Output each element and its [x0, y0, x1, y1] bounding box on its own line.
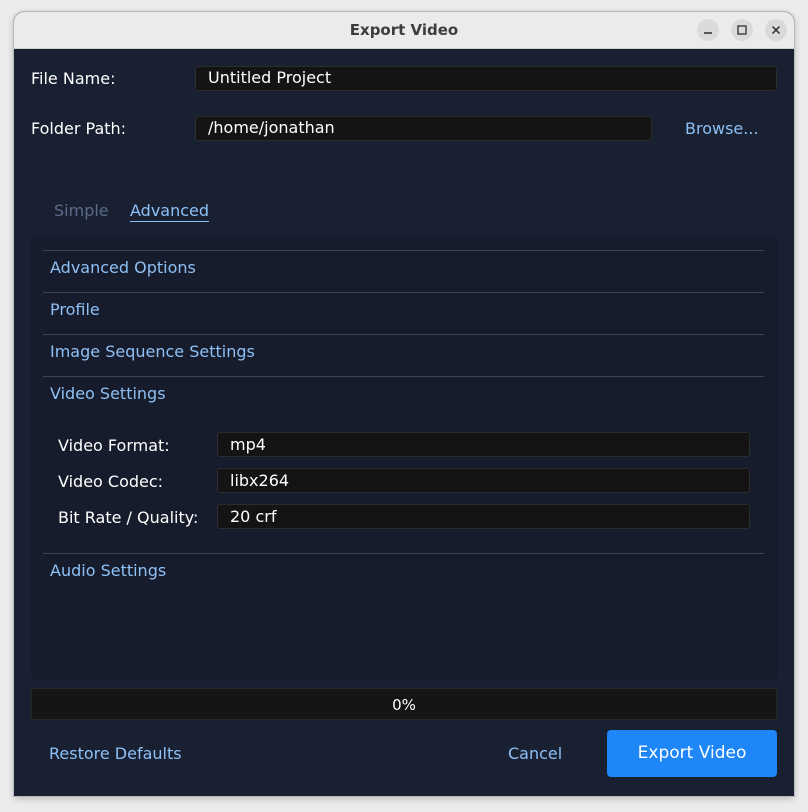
- progress-text: 0%: [392, 696, 416, 714]
- title-bar[interactable]: Export Video: [14, 12, 794, 49]
- divider: [43, 292, 764, 293]
- window-title: Export Video: [349, 21, 459, 39]
- maximize-button[interactable]: [731, 19, 753, 41]
- maximize-icon: [737, 25, 747, 35]
- section-audio-settings[interactable]: Audio Settings: [50, 561, 166, 580]
- video-format-label: Video Format:: [58, 436, 170, 455]
- close-button[interactable]: [765, 19, 787, 41]
- minimize-button[interactable]: [697, 19, 719, 41]
- section-advanced-options[interactable]: Advanced Options: [50, 258, 196, 277]
- cancel-button[interactable]: Cancel: [508, 744, 562, 763]
- bit-rate-label: Bit Rate / Quality:: [58, 508, 199, 527]
- section-video-settings[interactable]: Video Settings: [50, 384, 166, 403]
- bit-rate-input[interactable]: 20 crf: [217, 504, 750, 529]
- file-name-input[interactable]: Untitled Project: [195, 66, 777, 91]
- tab-advanced[interactable]: Advanced: [130, 201, 210, 222]
- export-progress-bar: 0%: [31, 688, 777, 720]
- folder-path-input[interactable]: /home/jonathan: [195, 116, 652, 141]
- advanced-panel: Advanced Options Profile Image Sequence …: [31, 237, 778, 679]
- restore-defaults-button[interactable]: Restore Defaults: [49, 744, 182, 763]
- divider: [43, 250, 764, 251]
- video-format-input[interactable]: mp4: [217, 432, 750, 457]
- tab-simple[interactable]: Simple: [54, 201, 109, 220]
- divider: [43, 376, 764, 377]
- browse-button[interactable]: Browse...: [685, 119, 759, 138]
- export-video-dialog: Export Video File Name: Untitled Project…: [14, 12, 794, 796]
- export-video-button[interactable]: Export Video: [607, 730, 777, 777]
- close-icon: [771, 25, 781, 35]
- divider: [43, 334, 764, 335]
- video-codec-input[interactable]: libx264: [217, 468, 750, 493]
- file-name-label: File Name:: [31, 69, 116, 88]
- video-codec-label: Video Codec:: [58, 472, 164, 491]
- minimize-icon: [704, 32, 712, 34]
- section-image-sequence-settings[interactable]: Image Sequence Settings: [50, 342, 255, 361]
- section-profile[interactable]: Profile: [50, 300, 100, 319]
- folder-path-label: Folder Path:: [31, 119, 127, 138]
- divider: [43, 553, 764, 554]
